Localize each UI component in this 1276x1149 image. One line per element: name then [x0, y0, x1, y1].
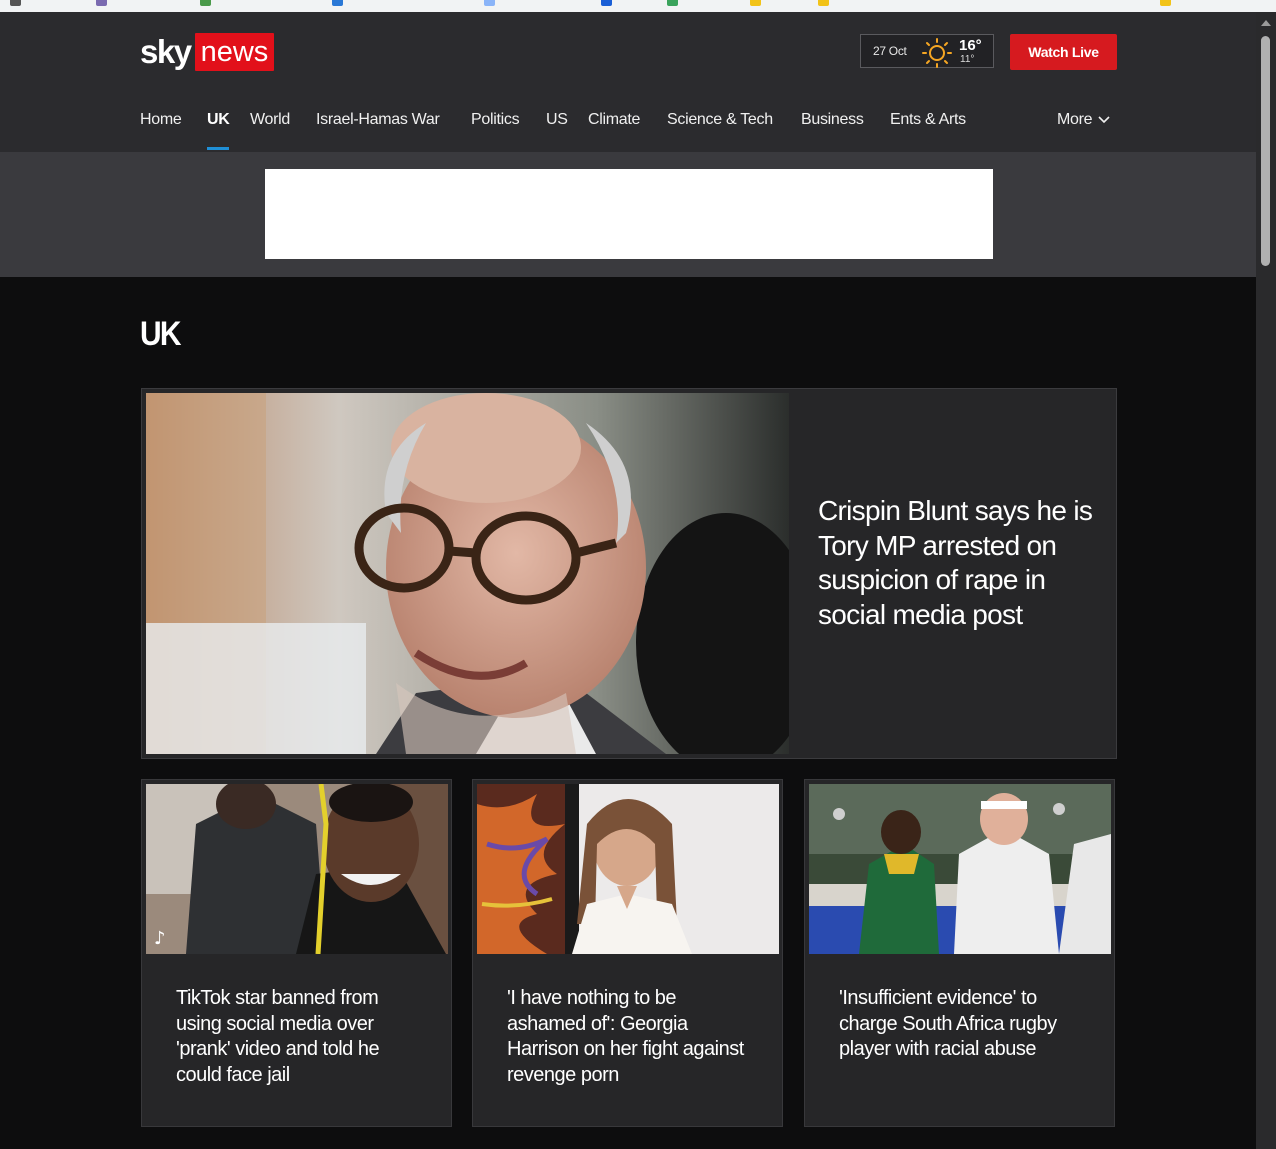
bookmark-icon[interactable]: [750, 0, 761, 6]
bookmark-icon[interactable]: [484, 0, 495, 6]
sun-icon: [922, 38, 952, 73]
bookmark-icon[interactable]: [1160, 0, 1171, 6]
page: sky news 27 Oct 16° 11° Watch Live Home …: [0, 12, 1256, 1149]
nav-item-home[interactable]: Home: [140, 111, 182, 129]
chevron-down-icon: [1098, 116, 1110, 124]
story-headline[interactable]: 'Insufficient evidence' to charge South …: [839, 986, 1089, 1063]
weather-date: 27 Oct: [873, 44, 907, 58]
nav-item-science-tech[interactable]: Science & Tech: [667, 111, 773, 129]
active-nav-indicator: [207, 147, 229, 150]
nav-item-us[interactable]: US: [546, 111, 568, 129]
bookmark-icon[interactable]: [10, 0, 21, 6]
nav-item-israel-hamas-war[interactable]: Israel-Hamas War: [316, 111, 440, 129]
nav-item-climate[interactable]: Climate: [588, 111, 640, 129]
bookmark-icon[interactable]: [200, 0, 211, 6]
nav-item-ents-arts[interactable]: Ents & Arts: [890, 111, 966, 129]
bookmark-icon[interactable]: [601, 0, 612, 6]
weather-low: 11°: [960, 54, 975, 65]
site-header: sky news 27 Oct 16° 11° Watch Live Home …: [0, 12, 1256, 152]
scroll-up-icon[interactable]: [1261, 20, 1271, 26]
story-image[interactable]: [477, 784, 779, 954]
browser-bookmarks-strip: [0, 0, 1276, 12]
watch-live-button[interactable]: Watch Live: [1010, 34, 1117, 70]
logo-news-text: news: [194, 33, 275, 71]
bookmark-icon[interactable]: [818, 0, 829, 6]
story-headline[interactable]: 'I have nothing to be ashamed of': Georg…: [507, 986, 757, 1088]
story-headline[interactable]: TikTok star banned from using social med…: [176, 986, 426, 1088]
bookmark-icon[interactable]: [667, 0, 678, 6]
advert-slot[interactable]: [265, 169, 993, 259]
story-card[interactable]: 'I have nothing to be ashamed of': Georg…: [472, 779, 783, 1127]
nav-item-world[interactable]: World: [250, 111, 290, 129]
hero-headline[interactable]: Crispin Blunt says he is Tory MP arreste…: [818, 494, 1098, 632]
main-nav: Home UK World Israel-Hamas War Politics …: [0, 108, 1256, 152]
weather-widget[interactable]: 27 Oct 16° 11°: [860, 34, 994, 68]
advert-band: [0, 152, 1256, 277]
bookmark-icon[interactable]: [332, 0, 343, 6]
nav-more-label: More: [1057, 111, 1093, 128]
hero-story[interactable]: Crispin Blunt says he is Tory MP arreste…: [141, 388, 1117, 759]
nav-more-button[interactable]: More: [1057, 111, 1110, 129]
story-card[interactable]: 'Insufficient evidence' to charge South …: [804, 779, 1115, 1127]
page-title: UK: [140, 315, 181, 353]
page-scrollbar[interactable]: [1256, 12, 1276, 1149]
story-image[interactable]: [809, 784, 1111, 954]
bookmark-icon[interactable]: [96, 0, 107, 6]
story-image[interactable]: ♪: [146, 784, 448, 954]
sky-news-logo[interactable]: sky news: [140, 33, 275, 71]
logo-sky-text: sky: [140, 33, 192, 70]
hero-image[interactable]: [146, 393, 789, 754]
svg-text:♪: ♪: [154, 928, 166, 949]
nav-item-politics[interactable]: Politics: [471, 111, 520, 129]
nav-item-uk[interactable]: UK: [207, 111, 230, 129]
scrollbar-thumb[interactable]: [1261, 36, 1270, 266]
nav-item-business[interactable]: Business: [801, 111, 864, 129]
story-card[interactable]: ♪ TikTok star banned from using social m…: [141, 779, 452, 1127]
weather-high: 16°: [959, 37, 982, 54]
